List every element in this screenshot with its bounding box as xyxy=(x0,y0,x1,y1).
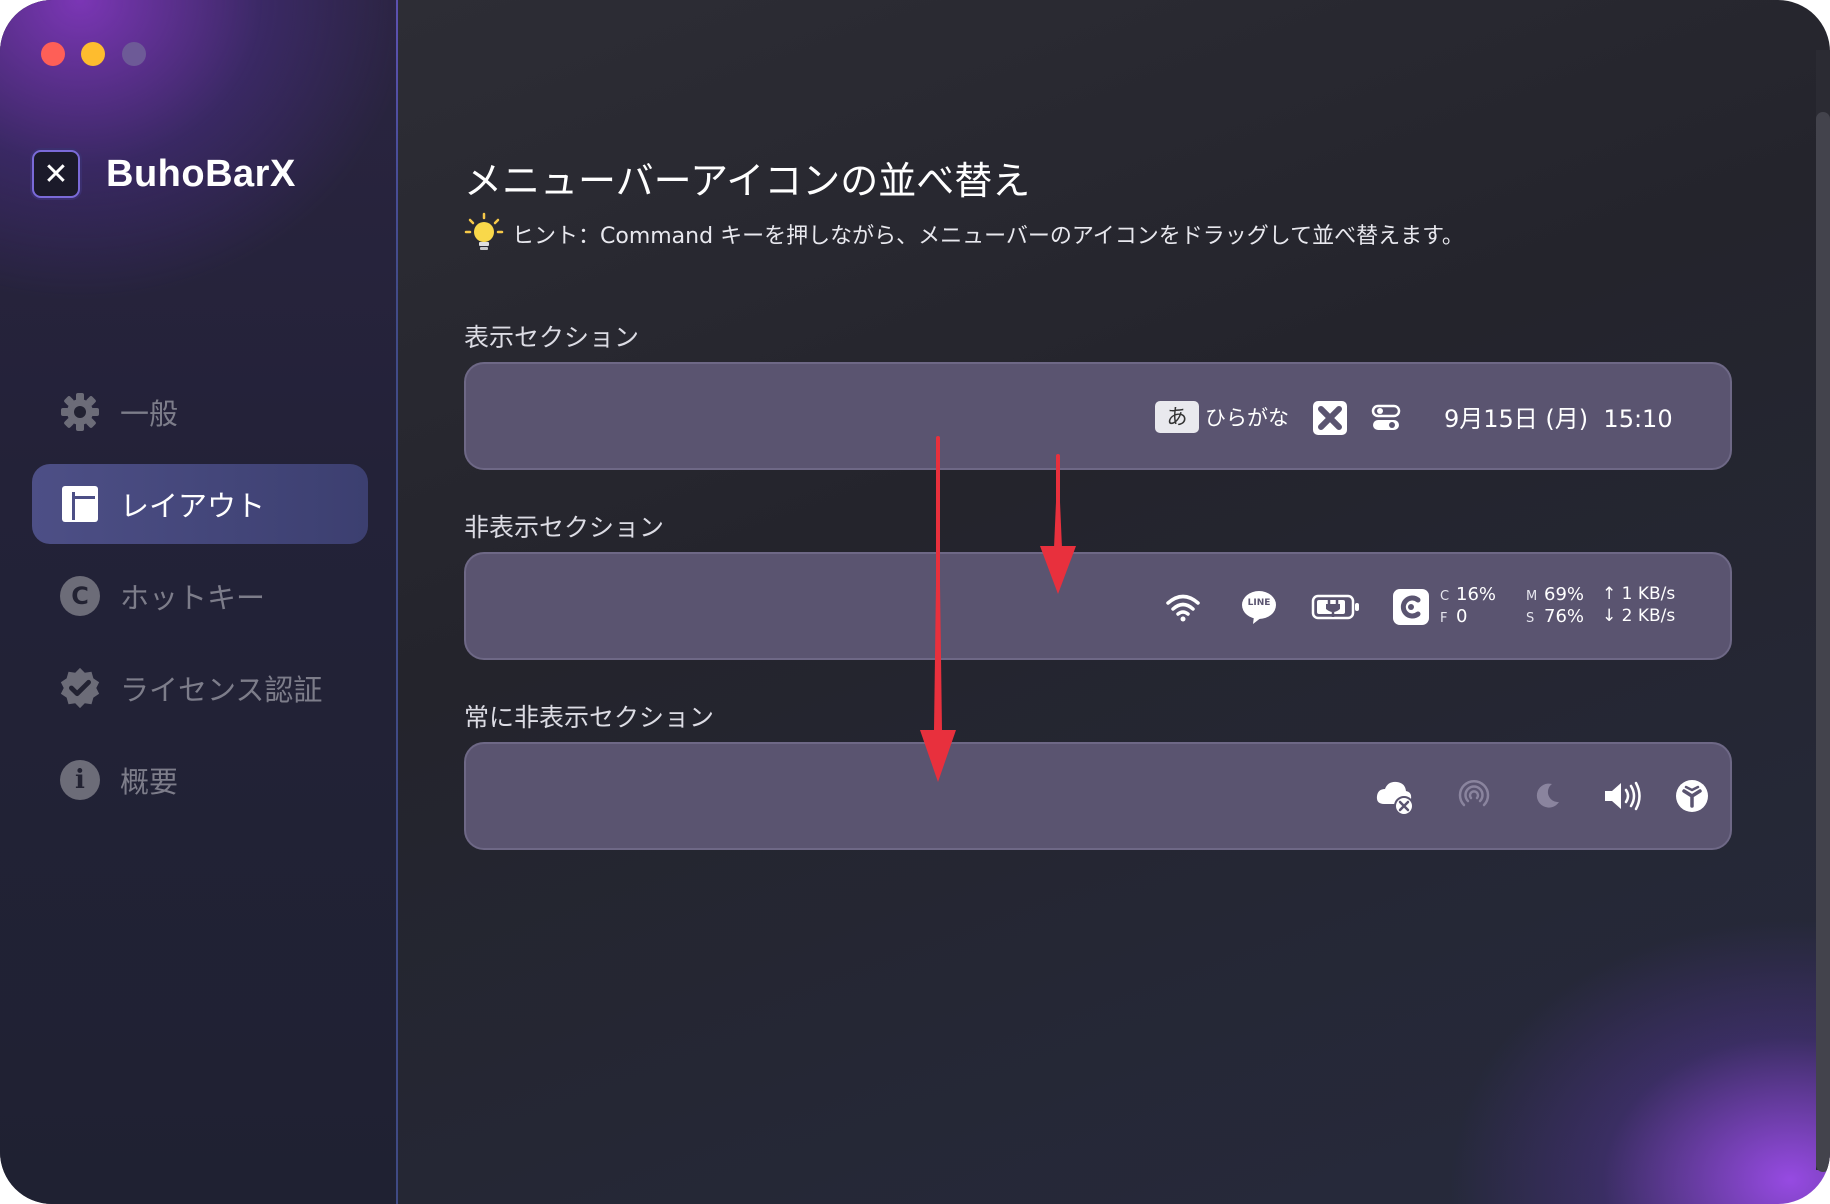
sidebar-item-label: レイアウト xyxy=(120,489,266,523)
fan-value: 0 xyxy=(1456,606,1468,627)
extra-app-item[interactable] xyxy=(1674,778,1710,814)
sidebar-item-general[interactable]: 一般 xyxy=(32,372,368,452)
sidebar: ✕ BuhoBarX 一般 レイアウト C ホットキー ライセンス認証 i 概要 xyxy=(0,0,398,1204)
shown-section-dropzone[interactable]: あ ひらがな 9月15日 (月) 15:10 xyxy=(464,362,1732,470)
hotkey-icon: C xyxy=(58,574,102,618)
speaker-volume-icon xyxy=(1605,781,1641,811)
moon-icon xyxy=(1536,783,1559,808)
lightbulb-icon xyxy=(464,212,504,250)
datetime-text: 9月15日 (月) 15:10 xyxy=(1444,404,1673,433)
info-icon: i xyxy=(58,758,102,802)
info-badge-letter: i xyxy=(75,765,85,795)
sidebar-item-label: ホットキー xyxy=(120,581,266,615)
storage-value: 76% xyxy=(1544,606,1585,627)
input-source-label: ひらがな xyxy=(1205,406,1289,430)
sidebar-item-label: 概要 xyxy=(120,765,179,799)
hint-text: ヒント：Command キーを押しながら、メニューバーのアイコンをドラッグして並… xyxy=(512,224,1464,249)
layout-icon xyxy=(58,482,102,526)
battery-charging-icon xyxy=(1311,594,1359,620)
wifi-icon xyxy=(1166,594,1200,622)
app-name: BuhoBarX xyxy=(106,152,296,195)
app-logo-icon: ✕ xyxy=(32,150,80,198)
buhobarx-icon xyxy=(1313,401,1347,435)
memory-key: M xyxy=(1526,589,1538,604)
sidebar-item-hotkey[interactable]: C ホットキー xyxy=(32,556,368,636)
cloud-item[interactable] xyxy=(1374,774,1418,818)
hidden-section-dropzone[interactable]: LINE C 16% F 0 M 69% S 76% ↑ 1 KB/s ↓ 2 … xyxy=(464,552,1732,660)
control-center-item[interactable] xyxy=(1370,402,1402,434)
app-window: ✕ BuhoBarX 一般 レイアウト C ホットキー ライセンス認証 i 概要… xyxy=(0,0,1830,1204)
upload-speed: ↑ 1 KB/s xyxy=(1602,584,1676,604)
buhobarx-menubar-item[interactable] xyxy=(1312,400,1348,436)
app-badge-icon xyxy=(1676,780,1708,812)
network-speed-stats[interactable]: ↑ 1 KB/s ↓ 2 KB/s xyxy=(1602,584,1692,630)
minimize-window-button[interactable] xyxy=(81,42,105,66)
page-title: メニューバーアイコンの並べ替え xyxy=(464,159,1031,203)
toggle-switches-icon xyxy=(1371,404,1401,430)
wifi-item[interactable] xyxy=(1164,588,1202,626)
main-content: メニューバーアイコンの並べ替え ヒント：Command キーを押しながら、メニュ… xyxy=(398,0,1830,1204)
gear-icon xyxy=(58,390,102,434)
battery-item[interactable] xyxy=(1310,588,1362,626)
volume-item[interactable] xyxy=(1602,776,1644,816)
memory-storage-stats[interactable]: M 69% S 76% xyxy=(1526,584,1596,630)
airdrop-icon xyxy=(1458,779,1490,807)
hotkey-badge-letter: C xyxy=(71,582,89,610)
input-source-label-item[interactable]: ひらがな xyxy=(1192,398,1302,436)
memory-value: 69% xyxy=(1544,584,1585,605)
always-hidden-section-dropzone[interactable] xyxy=(464,742,1732,850)
line-label: LINE xyxy=(1247,598,1271,608)
app-brand: ✕ BuhoBarX xyxy=(32,150,296,198)
focus-moon-item[interactable] xyxy=(1530,778,1564,814)
cpu-key: C xyxy=(1440,589,1450,604)
sidebar-item-label: 一般 xyxy=(120,397,179,431)
verified-badge-icon xyxy=(58,666,102,710)
scrollbar-thumb[interactable] xyxy=(1816,112,1830,1172)
shown-section-label: 表示セクション xyxy=(464,323,640,352)
close-window-button[interactable] xyxy=(41,42,65,66)
zoom-window-button[interactable] xyxy=(122,42,146,66)
storage-key: S xyxy=(1526,611,1535,626)
sidebar-item-label: ライセンス認証 xyxy=(120,673,323,707)
airdrop-item[interactable] xyxy=(1456,778,1492,814)
datetime-item[interactable]: 9月15日 (月) 15:10 xyxy=(1444,396,1684,436)
sidebar-item-layout[interactable]: レイアウト xyxy=(32,464,368,544)
system-monitor-item[interactable] xyxy=(1392,588,1430,626)
hidden-section-label: 非表示セクション xyxy=(464,513,665,542)
cpu-fan-stats[interactable]: C 16% F 0 xyxy=(1440,584,1506,630)
line-app-item[interactable]: LINE xyxy=(1240,588,1278,626)
cpu-value: 16% xyxy=(1456,584,1497,605)
cloud-disconnected-icon xyxy=(1376,781,1414,816)
sidebar-item-license[interactable]: ライセンス認証 xyxy=(32,648,368,728)
fan-key: F xyxy=(1440,611,1448,626)
always-hidden-section-label: 常に非表示セクション xyxy=(464,703,715,732)
system-monitor-icon xyxy=(1393,589,1429,625)
sidebar-item-about[interactable]: i 概要 xyxy=(32,740,368,820)
download-speed: ↓ 2 KB/s xyxy=(1602,606,1676,626)
hint-row: ヒント：Command キーを押しながら、メニューバーのアイコンをドラッグして並… xyxy=(464,212,1464,256)
